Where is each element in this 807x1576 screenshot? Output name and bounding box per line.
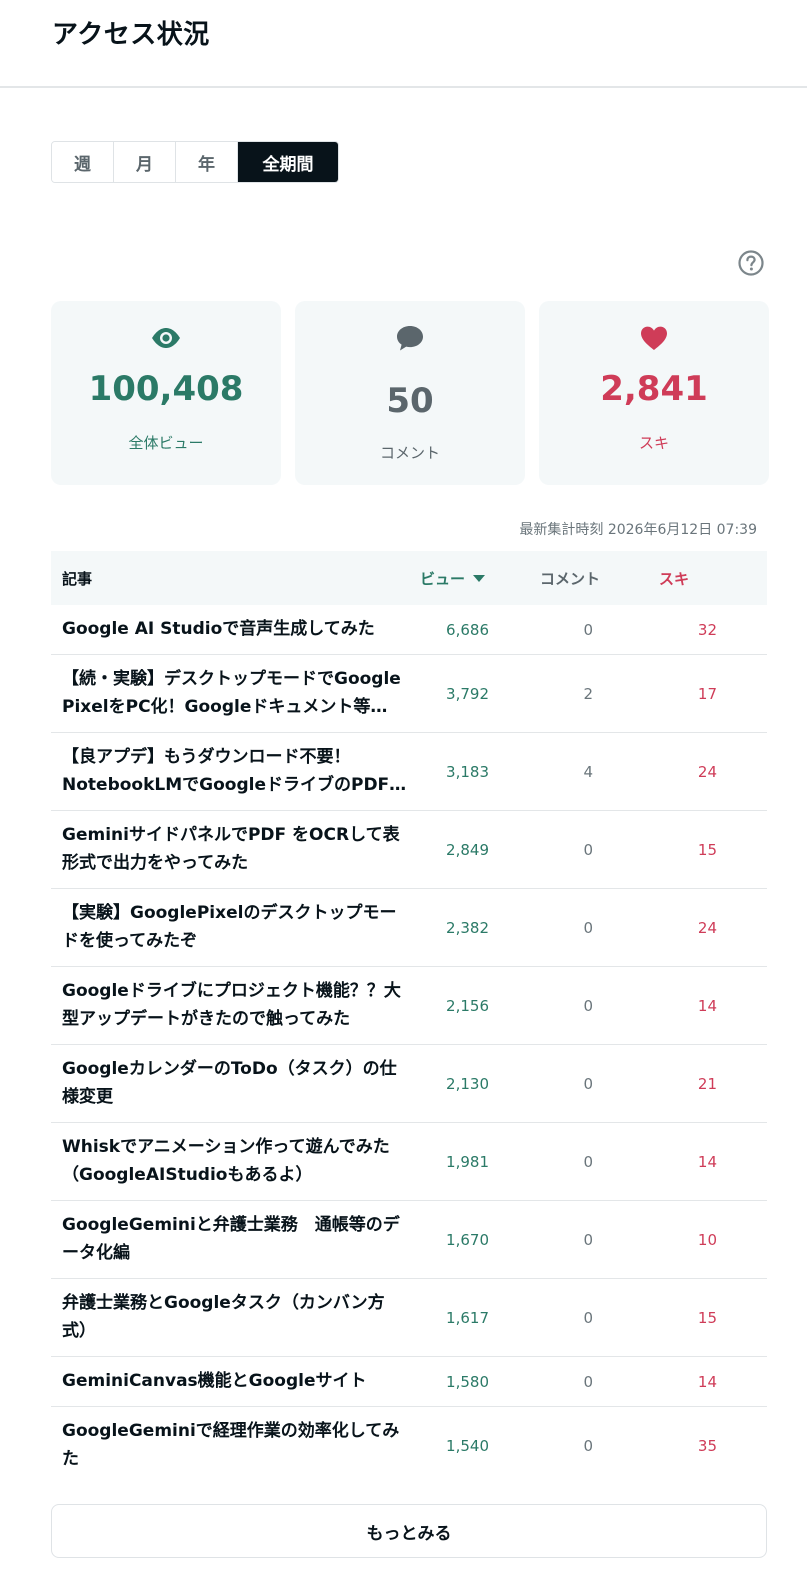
row-likes: 24 bbox=[697, 918, 717, 937]
row-likes: 14 bbox=[697, 1372, 717, 1391]
header-views[interactable]: ビュー bbox=[420, 568, 486, 589]
table-row[interactable]: GeminiCanvas機能とGoogleサイト 1,580 0 14 bbox=[51, 1357, 767, 1407]
row-views: 2,849 bbox=[446, 840, 489, 859]
table-row[interactable]: 【続・実験】デスクトップモードでGoogle PixelをPC化！Googleド… bbox=[51, 655, 767, 733]
row-likes: 14 bbox=[697, 996, 717, 1015]
period-tabs: 週 月 年 全期間 bbox=[51, 141, 339, 183]
show-more-button[interactable]: もっとみる bbox=[51, 1504, 767, 1558]
comments-value: 50 bbox=[386, 381, 434, 421]
table-row[interactable]: 弁護士業務とGoogleタスク（カンバン方式） 1,617 0 15 bbox=[51, 1279, 767, 1357]
row-views: 3,792 bbox=[446, 684, 489, 703]
row-comments: 4 bbox=[583, 762, 593, 781]
row-likes: 21 bbox=[697, 1074, 717, 1093]
table-row[interactable]: 【良アプデ】もうダウンロード不要！NotebookLMでGoogleドライブのP… bbox=[51, 733, 767, 811]
row-comments: 0 bbox=[583, 996, 593, 1015]
likes-value: 2,841 bbox=[600, 369, 708, 409]
eye-icon bbox=[152, 328, 180, 348]
row-comments: 0 bbox=[583, 1152, 593, 1171]
sort-down-icon bbox=[473, 575, 486, 582]
table-row[interactable]: Googleドライブにプロジェクト機能？？大型アップデートがきたので触ってみた … bbox=[51, 967, 767, 1045]
header-likes[interactable]: スキ bbox=[659, 568, 689, 589]
row-comments: 0 bbox=[583, 1230, 593, 1249]
row-views: 2,130 bbox=[446, 1074, 489, 1093]
article-title[interactable]: 【実験】GooglePixelのデスクトップモードを使ってみたぞ bbox=[62, 899, 407, 955]
table-row[interactable]: GoogleGeminiで経理作業の効率化してみた 1,540 0 35 bbox=[51, 1407, 767, 1485]
row-likes: 32 bbox=[697, 620, 717, 639]
row-likes: 15 bbox=[697, 840, 717, 859]
row-comments: 0 bbox=[583, 1372, 593, 1391]
header-article: 記事 bbox=[62, 570, 93, 588]
row-likes: 14 bbox=[697, 1152, 717, 1171]
article-title[interactable]: 【続・実験】デスクトップモードでGoogle PixelをPC化！Googleド… bbox=[62, 665, 407, 721]
last-updated: 最新集計時刻 2026年6月12日 07:39 bbox=[519, 522, 757, 538]
page-title: アクセス状況 bbox=[52, 20, 210, 50]
article-title[interactable]: GoogleGeminiで経理作業の効率化してみた bbox=[62, 1417, 407, 1473]
row-comments: 0 bbox=[583, 1308, 593, 1327]
row-views: 1,981 bbox=[446, 1152, 489, 1171]
row-views: 1,540 bbox=[446, 1437, 489, 1455]
header-views-label: ビュー bbox=[420, 570, 466, 588]
article-title[interactable]: GoogleGeminiと弁護士業務 通帳等のデータ化編 bbox=[62, 1211, 407, 1267]
stats-cards: 100,408 全体ビュー 50 コメント 2,841 スキ bbox=[51, 301, 769, 485]
row-likes: 15 bbox=[697, 1308, 717, 1327]
row-views: 3,183 bbox=[446, 762, 489, 781]
comments-label: コメント bbox=[379, 444, 440, 462]
row-views: 1,670 bbox=[446, 1230, 489, 1249]
total-views-label: 全体ビュー bbox=[128, 434, 204, 452]
row-comments: 2 bbox=[583, 684, 593, 703]
row-views: 2,156 bbox=[446, 996, 489, 1015]
tab-year[interactable]: 年 bbox=[176, 142, 238, 182]
total-views-value: 100,408 bbox=[88, 369, 244, 409]
row-views: 1,617 bbox=[446, 1308, 489, 1327]
article-title[interactable]: GeminiCanvas機能とGoogleサイト bbox=[62, 1367, 407, 1395]
row-views: 6,686 bbox=[446, 620, 489, 639]
speech-bubble-icon bbox=[397, 326, 423, 351]
article-title[interactable]: GoogleカレンダーのToDo（タスク）の仕様変更 bbox=[62, 1055, 407, 1111]
article-title[interactable]: 【良アプデ】もうダウンロード不要！NotebookLMでGoogleドライブのP… bbox=[62, 743, 407, 799]
row-comments: 0 bbox=[583, 1437, 593, 1455]
article-title[interactable]: Googleドライブにプロジェクト機能？？大型アップデートがきたので触ってみた bbox=[62, 977, 407, 1033]
row-likes: 24 bbox=[697, 762, 717, 781]
likes-label: スキ bbox=[638, 434, 669, 452]
row-comments: 0 bbox=[583, 620, 593, 639]
tab-week[interactable]: 週 bbox=[52, 142, 114, 182]
views-card: 100,408 全体ビュー bbox=[51, 301, 281, 485]
article-title[interactable]: Google AI Studioで音声生成してみた bbox=[62, 615, 407, 643]
tab-month[interactable]: 月 bbox=[114, 142, 176, 182]
table-header: 記事 ビュー コメント スキ bbox=[51, 551, 767, 605]
likes-card: 2,841 スキ bbox=[539, 301, 769, 485]
row-likes: 10 bbox=[697, 1230, 717, 1249]
table-row[interactable]: GoogleカレンダーのToDo（タスク）の仕様変更 2,130 0 21 bbox=[51, 1045, 767, 1123]
table-row[interactable]: 【実験】GooglePixelのデスクトップモードを使ってみたぞ 2,382 0… bbox=[51, 889, 767, 967]
table-row[interactable]: GoogleGeminiと弁護士業務 通帳等のデータ化編 1,670 0 10 bbox=[51, 1201, 767, 1279]
header-comments[interactable]: コメント bbox=[540, 568, 600, 589]
help-icon[interactable] bbox=[737, 249, 765, 277]
article-title[interactable]: GeminiサイドパネルでPDF をOCRして表形式で出力をやってみた bbox=[62, 821, 407, 877]
row-comments: 0 bbox=[583, 1074, 593, 1093]
row-likes: 17 bbox=[697, 684, 717, 703]
row-views: 1,580 bbox=[446, 1372, 489, 1391]
row-comments: 0 bbox=[583, 840, 593, 859]
article-title[interactable]: 弁護士業務とGoogleタスク（カンバン方式） bbox=[62, 1289, 407, 1345]
table-row[interactable]: Whiskでアニメーション作って遊んでみた（GoogleAIStudioもあるよ… bbox=[51, 1123, 767, 1201]
row-comments: 0 bbox=[583, 918, 593, 937]
heart-icon bbox=[641, 326, 667, 350]
row-likes: 35 bbox=[697, 1437, 717, 1455]
table-row[interactable]: GeminiサイドパネルでPDF をOCRして表形式で出力をやってみた 2,84… bbox=[51, 811, 767, 889]
row-views: 2,382 bbox=[446, 918, 489, 937]
article-title[interactable]: Whiskでアニメーション作って遊んでみた（GoogleAIStudioもあるよ… bbox=[62, 1133, 407, 1189]
table-row[interactable]: Google AI Studioで音声生成してみた 6,686 0 32 bbox=[51, 605, 767, 655]
articles-table: 記事 ビュー コメント スキ Google AI Studioで音声生成してみた… bbox=[51, 551, 767, 1485]
tab-all-time[interactable]: 全期間 bbox=[238, 142, 338, 182]
comments-card: 50 コメント bbox=[295, 301, 525, 485]
page-header: アクセス状況 bbox=[0, 0, 807, 88]
